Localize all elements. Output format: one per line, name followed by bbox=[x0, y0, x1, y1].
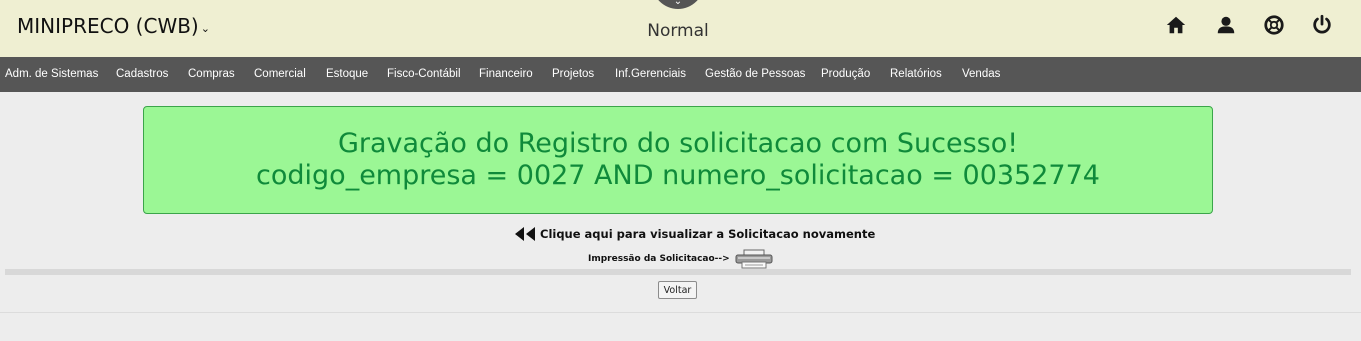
print-label: Impressão da Solicitacao--> bbox=[588, 254, 730, 264]
menu-projetos[interactable]: Projetos bbox=[552, 57, 594, 92]
chevron-down-icon: ⌄ bbox=[200, 22, 210, 35]
menu-fisco-contabil[interactable]: Fisco-Contábil bbox=[387, 57, 461, 92]
menu-financeiro[interactable]: Financeiro bbox=[479, 57, 533, 92]
success-message-line2: codigo_empresa = 0027 AND numero_solicit… bbox=[256, 160, 1100, 191]
menu-inf-gerenciais[interactable]: Inf.Gerenciais bbox=[615, 57, 686, 92]
menu-comercial[interactable]: Comercial bbox=[254, 57, 306, 92]
success-message-line1: Gravação do Registro do solicitacao com … bbox=[337, 128, 1019, 159]
view-request-again-label: Clique aqui para visualizar a Solicitaca… bbox=[540, 227, 876, 241]
chevron-down-icon: ⌄ bbox=[673, 0, 683, 7]
success-message: Gravação do Registro do solicitacao com … bbox=[143, 106, 1213, 214]
main-menu: Adm. de Sistemas Cadastros Compras Comer… bbox=[0, 57, 1361, 92]
rewind-icon bbox=[515, 227, 535, 241]
menu-compras[interactable]: Compras bbox=[188, 57, 235, 92]
mode-label: Normal bbox=[647, 21, 709, 41]
menu-estoque[interactable]: Estoque bbox=[326, 57, 368, 92]
top-header: MINIPRECO (CWB) ⌄ ⌄ Normal bbox=[0, 0, 1361, 57]
menu-gestao-pessoas[interactable]: Gestão de Pessoas bbox=[705, 57, 805, 92]
printer-icon[interactable] bbox=[734, 249, 774, 269]
back-button[interactable]: Voltar bbox=[658, 281, 697, 299]
view-request-again-link[interactable]: Clique aqui para visualizar a Solicitaca… bbox=[514, 225, 875, 243]
help-lifebuoy-icon[interactable] bbox=[1263, 14, 1285, 36]
mode-toggle-button[interactable]: ⌄ bbox=[652, 0, 704, 9]
separator-bar bbox=[5, 269, 1351, 275]
menu-vendas[interactable]: Vendas bbox=[962, 57, 1000, 92]
home-icon[interactable] bbox=[1165, 14, 1187, 36]
company-selector[interactable]: MINIPRECO (CWB) ⌄ bbox=[17, 14, 210, 38]
menu-producao[interactable]: Produção bbox=[821, 57, 870, 92]
power-icon[interactable] bbox=[1311, 14, 1333, 36]
print-row: Impressão da Solicitacao--> bbox=[588, 249, 774, 269]
menu-cadastros[interactable]: Cadastros bbox=[116, 57, 168, 92]
company-name: MINIPRECO (CWB) bbox=[17, 14, 199, 38]
menu-relatorios[interactable]: Relatórios bbox=[890, 57, 942, 92]
menu-adm-sistemas[interactable]: Adm. de Sistemas bbox=[5, 57, 98, 92]
footer-divider bbox=[0, 312, 1361, 313]
user-icon[interactable] bbox=[1215, 14, 1237, 36]
